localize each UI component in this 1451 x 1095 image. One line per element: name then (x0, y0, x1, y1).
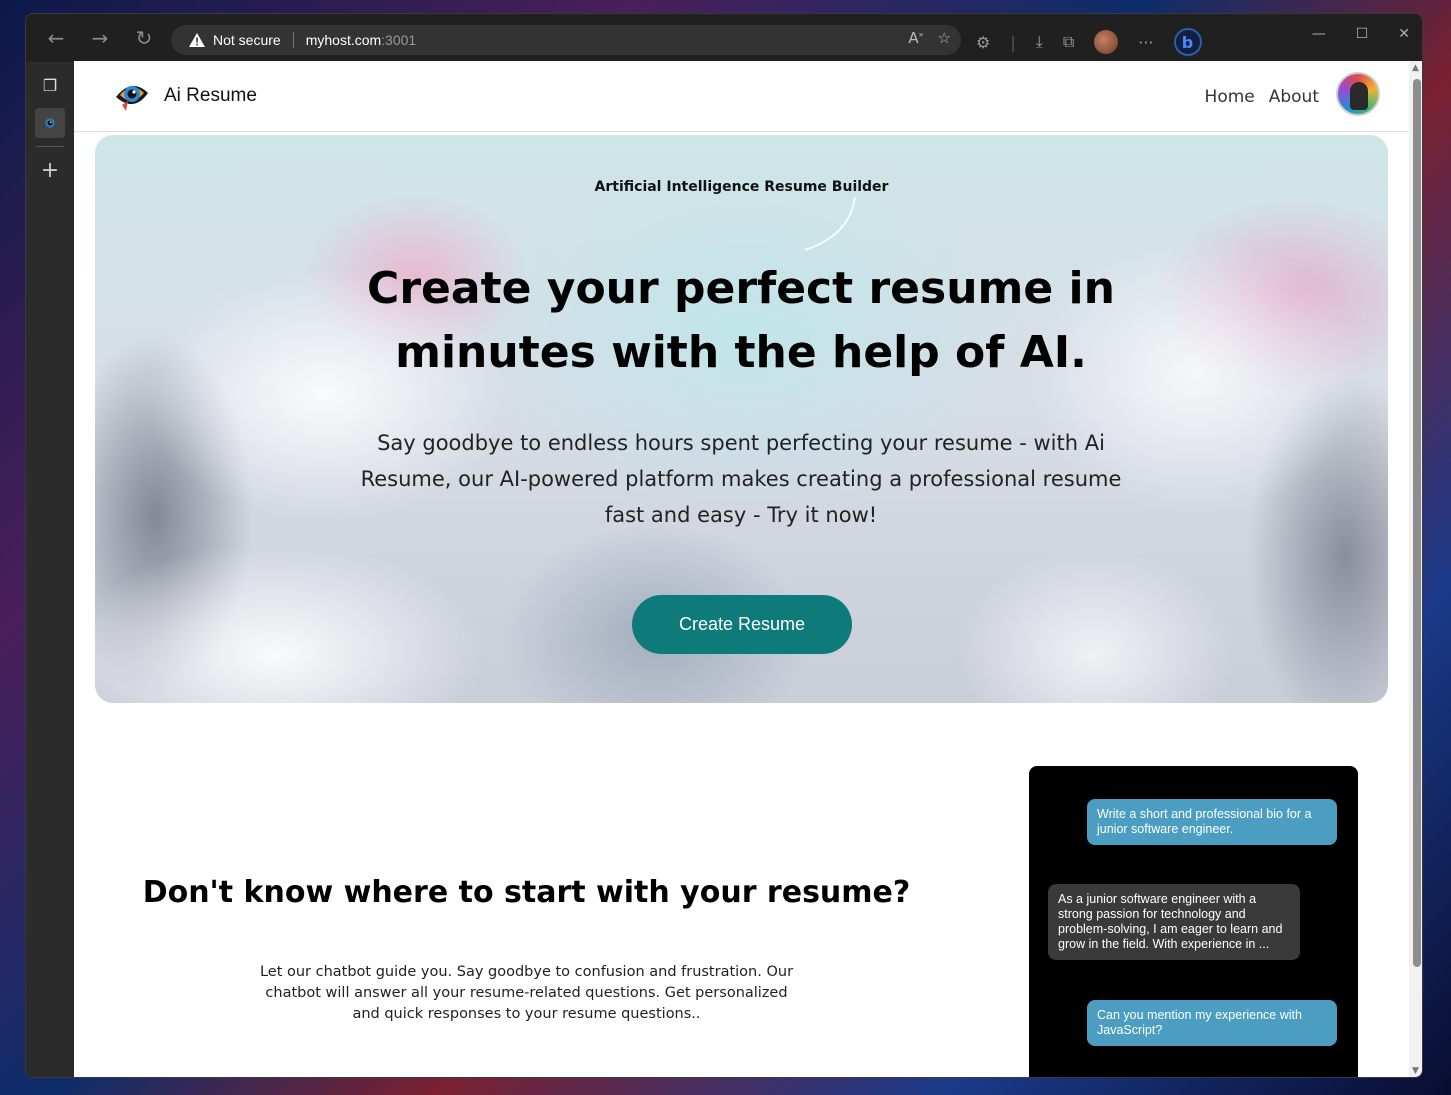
bing-icon[interactable]: b (1173, 28, 1202, 56)
chat-message-user: Write a short and professional bio for a… (1087, 799, 1337, 845)
more-icon[interactable]: ··· (1138, 33, 1153, 52)
chat-preview: Write a short and professional bio for a… (1029, 766, 1358, 1077)
page-scrollbar[interactable]: ▲ ▼ (1409, 61, 1422, 1077)
back-icon[interactable]: ← (40, 22, 72, 54)
refresh-icon[interactable]: ↻ (128, 22, 160, 54)
security-status[interactable]: Not secure (213, 32, 281, 48)
tab-favicon-icon[interactable] (35, 108, 65, 138)
close-icon[interactable]: ✕ (1398, 26, 1410, 42)
create-resume-button[interactable]: Create Resume (632, 595, 852, 654)
address-bar[interactable]: Not secure myhost.com:3001 A» ☆ (171, 25, 961, 55)
url-text[interactable]: myhost.com:3001 (306, 32, 417, 48)
chatbot-section-title: Don't know where to start with your resu… (142, 875, 911, 910)
brand-name[interactable]: Ai Resume (164, 85, 257, 107)
site-header: Ai Resume Home About (74, 61, 1409, 132)
hero-title: Create your perfect resume in minutes wi… (367, 263, 1115, 378)
read-aloud-icon[interactable]: A» (908, 29, 923, 47)
extensions-icon[interactable]: ⚙ (976, 33, 990, 52)
browser-titlebar: ← → ↻ Not secure myhost.com:3001 A» ☆ ⚙ … (26, 14, 1422, 62)
scroll-down-icon[interactable]: ▼ (1412, 1066, 1419, 1076)
logo-icon[interactable] (112, 75, 152, 115)
forward-icon[interactable]: → (84, 22, 116, 54)
scroll-thumb[interactable] (1413, 79, 1421, 967)
hero-decor-arc (804, 196, 856, 251)
warning-icon (189, 33, 205, 47)
new-tab-icon[interactable]: + (35, 155, 65, 185)
downloads-icon[interactable]: ⤓ (1036, 32, 1043, 52)
profile-avatar-icon[interactable] (1094, 30, 1119, 54)
toolbar-divider: | (1010, 32, 1016, 52)
hero-section: Artificial Intelligence Resume Builder C… (95, 135, 1388, 703)
browser-window: ← → ↻ Not secure myhost.com:3001 A» ☆ ⚙ … (25, 13, 1423, 1078)
address-divider (292, 32, 294, 48)
tab-actions-icon[interactable]: ❐ (35, 70, 65, 100)
hero-tagline: Artificial Intelligence Resume Builder (594, 179, 889, 195)
nav-about-link[interactable]: About (1269, 87, 1319, 107)
chat-message-bot: As a junior software engineer with a str… (1048, 884, 1300, 960)
favorite-icon[interactable]: ☆ (938, 29, 951, 47)
user-avatar[interactable] (1336, 72, 1380, 116)
maximize-icon[interactable]: ☐ (1356, 26, 1369, 42)
minimize-icon[interactable]: — (1312, 26, 1326, 42)
chatbot-section-description: Let our chatbot guide you. Say goodbye t… (259, 964, 794, 1022)
scroll-up-icon[interactable]: ▲ (1412, 63, 1419, 73)
sidebar-divider (36, 146, 64, 147)
nav-home-link[interactable]: Home (1205, 87, 1255, 107)
main-nav: Home About (1205, 87, 1319, 107)
chat-message-user: Can you mention my experience with JavaS… (1087, 1000, 1337, 1046)
hero-description: Say goodbye to endless hours spent perfe… (360, 431, 1122, 527)
page-viewport: Ai Resume Home About Artificial Intellig… (74, 61, 1409, 1077)
browser-sidebar: ❐ + (26, 62, 74, 1077)
collections-icon[interactable]: ⧉ (1063, 32, 1074, 52)
